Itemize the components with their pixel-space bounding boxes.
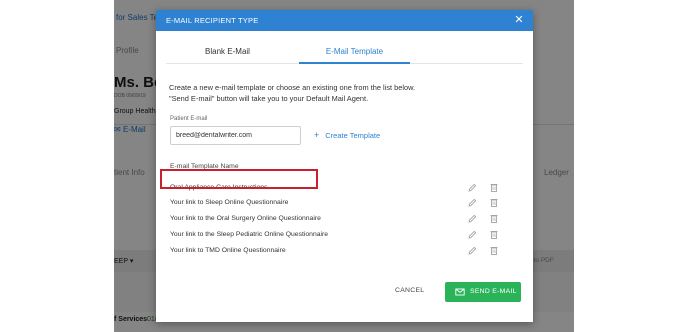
- template-name[interactable]: Your link to Sleep Online Questionnaire: [170, 199, 288, 206]
- description-line-2: "Send E-mail" button will take you to yo…: [169, 94, 369, 103]
- send-email-label: SEND E-MAIL: [470, 288, 517, 295]
- pencil-icon[interactable]: [467, 182, 477, 193]
- template-row: Your link to the Oral Surgery Online Que…: [166, 212, 516, 226]
- pencil-icon[interactable]: [467, 197, 477, 208]
- trash-icon[interactable]: [489, 197, 499, 208]
- highlight-annotation: [160, 169, 318, 189]
- template-name[interactable]: Your link to the Sleep Pediatric Online …: [170, 231, 328, 238]
- tab-blank-email[interactable]: Blank E-Mail: [156, 41, 299, 63]
- pencil-icon[interactable]: [467, 213, 477, 224]
- right-margin: [574, 0, 688, 332]
- email-recipient-dialog: E-MAIL RECIPIENT TYPE ✕ Blank E-Mail E-M…: [156, 10, 533, 322]
- plus-icon: +: [314, 130, 320, 140]
- active-tab-indicator: [299, 62, 410, 64]
- patient-email-field[interactable]: [170, 126, 301, 145]
- pencil-icon[interactable]: [467, 229, 477, 240]
- trash-icon[interactable]: [489, 213, 499, 224]
- template-row: Your link to TMD Online Questionnaire: [166, 244, 516, 258]
- trash-icon[interactable]: [489, 229, 499, 240]
- template-name[interactable]: Your link to the Oral Surgery Online Que…: [170, 215, 321, 222]
- left-margin: [0, 0, 114, 332]
- close-icon[interactable]: ✕: [513, 14, 525, 26]
- cancel-button[interactable]: CANCEL: [395, 287, 424, 294]
- trash-icon[interactable]: [489, 182, 499, 193]
- pencil-icon[interactable]: [467, 245, 477, 256]
- create-template-label: Create Template: [325, 131, 381, 140]
- envelope-icon: [455, 288, 465, 296]
- screen: for Sales Tea Profile Ms. Bec DOB 09/09/…: [0, 0, 688, 332]
- dialog-header: E-MAIL RECIPIENT TYPE ✕: [156, 10, 533, 31]
- dialog-title: E-MAIL RECIPIENT TYPE: [166, 16, 259, 25]
- trash-icon[interactable]: [489, 245, 499, 256]
- template-row: Your link to the Sleep Pediatric Online …: [166, 228, 516, 242]
- description-line-1: Create a new e-mail template or choose a…: [169, 83, 416, 92]
- create-template-button[interactable]: + Create Template: [314, 130, 380, 140]
- tab-email-template[interactable]: E-Mail Template: [299, 41, 410, 63]
- template-row: Your link to Sleep Online Questionnaire: [166, 196, 516, 210]
- patient-email-label: Patient E-mail: [170, 116, 208, 122]
- send-email-button[interactable]: SEND E-MAIL: [445, 282, 521, 302]
- template-name[interactable]: Your link to TMD Online Questionnaire: [170, 247, 286, 254]
